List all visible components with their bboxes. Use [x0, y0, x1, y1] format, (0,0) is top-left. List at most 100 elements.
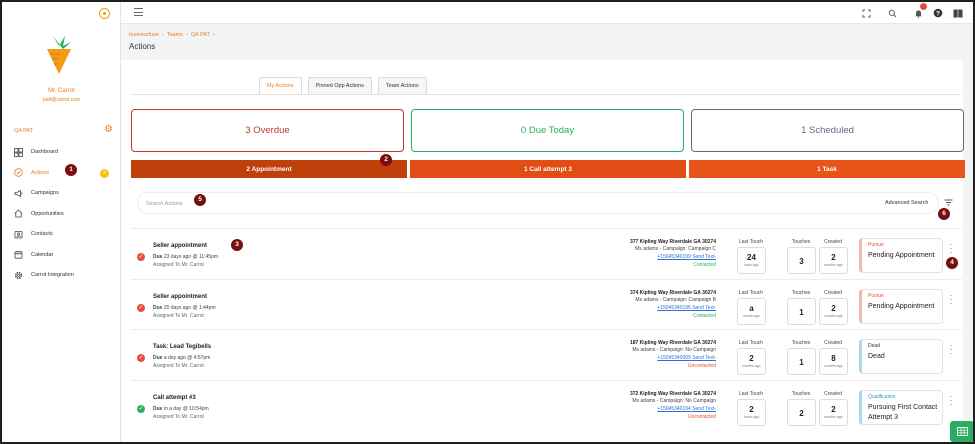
status-check-icon[interactable]: ✓: [137, 253, 145, 261]
callout-marker-1: 1: [65, 164, 77, 176]
action-row[interactable]: ✓ Call attempt #3 Due in a day @ 10:54pm As…: [131, 379, 962, 430]
more-options-icon[interactable]: · · ·: [949, 291, 953, 307]
created-value: 8: [831, 354, 836, 363]
filter-icon[interactable]: [944, 198, 953, 207]
callout-marker-3: 3: [231, 239, 243, 251]
more-options-icon[interactable]: · · ·: [949, 241, 953, 257]
search-bar: Advanced Search: [137, 192, 939, 214]
account-circle-icon[interactable]: [99, 8, 110, 19]
status-check-icon[interactable]: ✓: [137, 404, 145, 413]
last-touch-value: a: [749, 303, 754, 313]
last-touch-label: Last Touch: [738, 289, 764, 296]
breadcrumb-qa-pat[interactable]: QA PAT: [191, 32, 210, 38]
advanced-search-link[interactable]: Advanced Search: [885, 200, 928, 206]
help-icon[interactable]: ?: [932, 7, 944, 19]
last-touch-label: Last Touch: [738, 239, 764, 245]
sidebar: Mr. Carrot patt@carrot.com QA PAT ⚙ Dash…: [2, 2, 121, 442]
more-options-icon[interactable]: · · ·: [949, 392, 953, 408]
property-address[interactable]: 372 Kipling Way Riverdale GA 30274: [630, 391, 716, 397]
status-check-icon[interactable]: ✓: [137, 354, 145, 362]
menu-icon[interactable]: [134, 8, 143, 16]
action-title[interactable]: Seller appointment: [153, 243, 207, 249]
sidebar-item-actions[interactable]: Actions 3: [2, 163, 121, 184]
sidebar-item-opportunities[interactable]: Opportunities: [2, 204, 121, 225]
scheduled-summary-card[interactable]: 1 Scheduled: [691, 109, 964, 152]
stage-card[interactable]: Dead Dead: [859, 339, 943, 374]
property-address[interactable]: 187 Kipling Way Riverdale GA 30274: [630, 340, 716, 346]
property-address[interactable]: 374 Kipling Way Riverdale GA 30274: [630, 290, 716, 296]
sidebar-item-carrot-integration[interactable]: Carrot Integration: [2, 265, 121, 286]
page-title: Actions: [129, 42, 156, 51]
send-text-link[interactable]: Send Text-: [692, 305, 716, 311]
due-today-summary-card[interactable]: 0 Due Today: [411, 109, 684, 152]
sidebar-item-label: Contacts: [31, 231, 53, 238]
sidebar-item-campaigns[interactable]: Campaigns: [2, 183, 121, 204]
calendar-icon: [14, 250, 23, 259]
send-text-link[interactable]: Send Text-: [692, 355, 716, 361]
search-input[interactable]: [146, 197, 746, 210]
phone-link[interactable]: +15045340199: [657, 254, 691, 260]
sidebar-item-contacts[interactable]: Contacts: [2, 224, 121, 245]
tab-divider: [131, 94, 961, 95]
company-settings-gear-icon[interactable]: ⚙: [104, 125, 113, 135]
action-title[interactable]: Call attempt #3: [153, 395, 196, 401]
action-row[interactable]: ✓ Task: Lead Tegibells Due a day ago @ 4:5…: [131, 329, 962, 380]
contact-status: Uncontacted: [687, 363, 716, 369]
top-bar: ?: [121, 2, 973, 24]
action-title[interactable]: Task: Lead Tegibells: [153, 344, 211, 350]
stage-card[interactable]: Pursue Pending Appointment: [859, 288, 943, 324]
breadcrumb-investorfuse[interactable]: Investorfuse: [129, 32, 159, 38]
tab-pinned-opp-actions[interactable]: Pinned Opp Actions: [307, 77, 372, 94]
callout-marker-6: 6: [938, 208, 950, 220]
contact-status: Contacted: [693, 262, 716, 268]
action-row[interactable]: ✓ Seller appointment Due 23 days ago @ 11:…: [131, 228, 962, 279]
callout-marker-2: 2: [380, 154, 392, 166]
breadcrumb-teams[interactable]: Teams: [167, 32, 183, 38]
touches-value: 1: [799, 307, 804, 317]
company-name: QA PAT: [14, 128, 34, 134]
action-row[interactable]: ✓ Seller appointment Due 20 days ago @ 1:4…: [131, 278, 962, 329]
phone-link[interactable]: +15045340009: [657, 355, 691, 361]
tab-my-actions[interactable]: My Actions: [259, 77, 302, 94]
send-text-link[interactable]: Send Text-: [692, 406, 716, 412]
touches-box: 2: [787, 398, 816, 426]
phone-link[interactable]: +15045340196: [657, 305, 691, 311]
stage-category: Qualification: [868, 393, 896, 400]
stage-card[interactable]: Pursue Pending Appointment: [859, 238, 943, 273]
task-filter-bar[interactable]: 1 Task: [689, 160, 965, 178]
assigned-to: Assigned To Mr. Carrot: [153, 363, 204, 369]
stage-name: Pursuing First Contact Attempt 3: [868, 403, 938, 421]
megaphone-icon: [14, 189, 23, 198]
call-attempt-filter-bar[interactable]: 1 Call attempt 3: [410, 160, 686, 178]
more-options-icon[interactable]: · · ·: [949, 342, 953, 358]
status-check-icon[interactable]: ✓: [137, 303, 145, 312]
appointment-filter-bar[interactable]: 2 Appointment: [131, 160, 407, 178]
bell-icon[interactable]: [912, 3, 927, 19]
sidebar-item-calendar[interactable]: Calendar: [2, 245, 121, 266]
sidebar-item-dashboard[interactable]: Dashboard: [2, 142, 121, 163]
created-label: Created: [824, 239, 842, 245]
breadcrumb-separator: ›: [161, 32, 164, 38]
stage-card[interactable]: Qualification Pursuing First Contact Atte…: [859, 389, 943, 425]
actions-count-badge: 3: [100, 168, 109, 178]
due-text: in a day @ 10:54pm: [163, 405, 209, 412]
table-view-button[interactable]: [950, 421, 973, 442]
send-text-link[interactable]: Send Text-: [692, 254, 716, 260]
breadcrumb: Investorfuse › Teams › QA PAT ›: [129, 32, 218, 38]
sidebar-item-label: Dashboard: [31, 149, 58, 156]
due-label: Due: [153, 405, 163, 412]
overdue-summary-card[interactable]: 3 Overdue: [131, 109, 404, 152]
callout-marker-4: 4: [946, 257, 958, 269]
created-value: 2: [831, 404, 836, 414]
tab-team-actions[interactable]: Team Actions: [377, 77, 427, 94]
phone-link[interactable]: +15045340194: [657, 406, 691, 412]
action-title[interactable]: Seller appointment: [153, 294, 207, 300]
property-address[interactable]: 377 Kipling Way Riverdale GA 30274: [630, 239, 716, 245]
last-touch-value: 24: [747, 253, 756, 262]
contact-status: Contacted: [693, 312, 716, 319]
book-icon[interactable]: [952, 7, 964, 19]
fullscreen-icon[interactable]: [860, 7, 872, 19]
search-icon[interactable]: [886, 7, 898, 19]
due-label: Due: [153, 304, 163, 311]
created-value: 2: [831, 253, 836, 262]
